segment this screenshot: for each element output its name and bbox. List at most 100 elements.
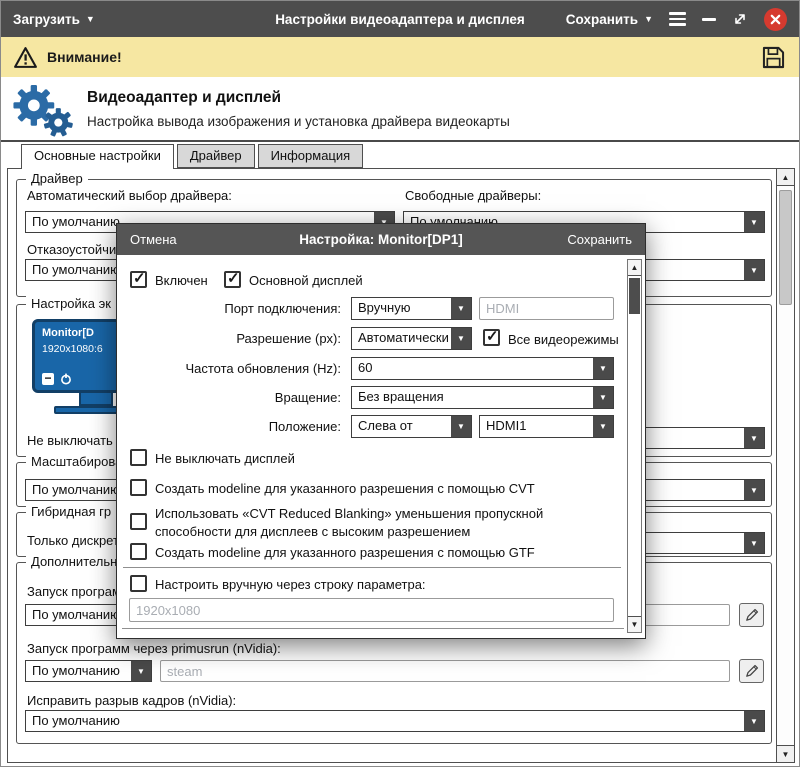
dropdown-arrow-icon: ▼ (451, 416, 471, 437)
extra-row2-dropdown[interactable]: По умолчанию ▼ (25, 660, 152, 682)
scroll-up-icon[interactable]: ▲ (777, 169, 794, 186)
menu-icon[interactable] (669, 12, 686, 26)
cvt-label: Создать modeline для указанного разрешен… (155, 481, 535, 496)
dropdown-arrow-icon: ▼ (744, 428, 764, 448)
save-button[interactable]: Сохранить (567, 232, 632, 247)
scrollbar-thumb[interactable] (629, 278, 640, 314)
close-icon[interactable] (764, 8, 787, 31)
gtf-checkbox[interactable] (130, 543, 147, 560)
primary-display-checkbox[interactable] (224, 271, 241, 288)
save-menu-button[interactable]: Сохранить ▼ (566, 12, 653, 27)
page-header: Видеоадаптер и дисплей Настройка вывода … (1, 77, 799, 142)
driver-auto-label: Автоматический выбор драйвера: (27, 188, 232, 203)
monitor-mode: 1920x1080:6 (42, 343, 103, 355)
chevron-down-icon: ▼ (644, 15, 653, 24)
position-dropdown[interactable]: Слева от ▼ (351, 415, 472, 438)
resolution-label: Разрешение (px): (117, 331, 341, 346)
dropdown-arrow-icon: ▼ (593, 358, 613, 379)
manual-mode-input[interactable] (129, 598, 614, 622)
all-modes-checkbox[interactable] (483, 329, 500, 346)
monitor-buttons: − (42, 373, 72, 385)
minus-icon[interactable]: − (42, 373, 54, 385)
manual-label: Настроить вручную через строку параметра… (155, 577, 426, 592)
refresh-label: Частота обновления (Hz): (117, 361, 341, 376)
separator (122, 628, 624, 629)
separator (123, 567, 621, 568)
dropdown-arrow-icon: ▼ (451, 298, 471, 319)
extra-row3-label: Исправить разрыв кадров (nVidia): (27, 693, 236, 708)
save-menu-label: Сохранить (566, 12, 638, 27)
gears-icon (9, 80, 75, 138)
hybrid-value: Только дискрет (27, 533, 119, 548)
scrollbar-thumb[interactable] (779, 190, 792, 305)
app-window: Загрузить ▼ Настройки видеоадаптера и ди… (0, 0, 800, 767)
manual-checkbox[interactable] (130, 575, 147, 592)
minimize-icon[interactable] (702, 18, 716, 21)
port-dropdown[interactable]: Вручную ▼ (351, 297, 472, 320)
group-driver-legend: Драйвер (26, 171, 88, 186)
driver-free-label: Свободные драйверы: (405, 188, 541, 203)
tab-driver[interactable]: Драйвер (177, 144, 255, 168)
dialog-title: Настройка: Monitor[DP1] (299, 232, 462, 247)
floppy-save-icon[interactable] (760, 44, 787, 71)
window-title: Настройки видеоадаптера и дисплея (275, 12, 525, 27)
scroll-down-icon[interactable]: ▼ (777, 745, 794, 762)
extra-row2-label: Запуск программ через primusrun (nVidia)… (27, 641, 281, 656)
dropdown-arrow-icon: ▼ (593, 387, 613, 408)
edit-icon[interactable] (739, 659, 764, 683)
dropdown-arrow-icon: ▼ (451, 328, 471, 349)
maximize-icon[interactable] (732, 11, 748, 27)
refresh-dropdown[interactable]: 60 ▼ (351, 357, 614, 380)
enabled-checkbox[interactable] (130, 271, 147, 288)
monitor-name: Monitor[D (42, 327, 94, 339)
position-label: Положение: (117, 419, 341, 434)
tab-main-settings[interactable]: Основные настройки (21, 144, 174, 169)
cancel-button[interactable]: Отмена (130, 232, 177, 247)
extra-row3-dropdown[interactable]: По умолчанию ▼ (25, 710, 765, 732)
port-input[interactable] (479, 297, 614, 320)
main-scrollbar[interactable]: ▲ ▼ (776, 169, 794, 762)
dpms-checkbox[interactable] (130, 449, 147, 466)
dialog-scrollbar[interactable]: ▲ ▼ (627, 259, 642, 633)
screen-dpms-label: Не выключать (27, 433, 113, 448)
dropdown-arrow-icon: ▼ (744, 711, 764, 731)
group-hybrid-legend: Гибридная гр (26, 504, 116, 519)
warning-icon (13, 46, 38, 69)
dropdown-arrow-icon: ▼ (131, 661, 151, 681)
page-title: Видеоадаптер и дисплей (87, 89, 510, 107)
power-icon[interactable] (60, 373, 72, 385)
page-subtitle: Настройка вывода изображения и установка… (87, 114, 510, 129)
edit-icon[interactable] (739, 603, 764, 627)
driver-failsafe-label: Отказоустойчив (27, 242, 123, 257)
chevron-down-icon: ▼ (86, 15, 95, 24)
position-target-dropdown[interactable]: HDMI1 ▼ (479, 415, 614, 438)
monitor-stand (79, 393, 113, 406)
load-menu-label: Загрузить (13, 12, 80, 27)
warning-text: Внимание! (47, 49, 122, 65)
warning-bar: Внимание! (1, 37, 799, 77)
extra-row2-input[interactable] (160, 660, 730, 682)
dropdown-arrow-icon: ▼ (744, 480, 764, 500)
dropdown-arrow-icon: ▼ (744, 212, 764, 232)
group-extra-legend: Дополнительн (26, 554, 122, 569)
rotation-label: Вращение: (117, 390, 341, 405)
load-menu-button[interactable]: Загрузить ▼ (13, 12, 95, 27)
dialog-header: Отмена Настройка: Monitor[DP1] Сохранить (117, 224, 645, 255)
resolution-dropdown[interactable]: Автоматически ▼ (351, 327, 472, 350)
enabled-label: Включен (155, 273, 208, 288)
cvt-checkbox[interactable] (130, 479, 147, 496)
rotation-dropdown[interactable]: Без вращения ▼ (351, 386, 614, 409)
dropdown-arrow-icon: ▼ (744, 260, 764, 280)
dropdown-arrow-icon: ▼ (744, 533, 764, 553)
tab-information[interactable]: Информация (258, 144, 364, 168)
scroll-up-icon[interactable]: ▲ (628, 260, 641, 276)
dpms-label: Не выключать дисплей (155, 451, 295, 466)
port-label: Порт подключения: (117, 301, 341, 316)
scroll-down-icon[interactable]: ▼ (628, 616, 641, 632)
gtf-label: Создать modeline для указанного разрешен… (155, 545, 535, 560)
titlebar-controls: Сохранить ▼ (566, 8, 787, 31)
group-screen-legend: Настройка эк (26, 296, 116, 311)
cvt-rb-checkbox[interactable] (130, 513, 147, 530)
cvt-rb-label: Использовать «CVT Reduced Blanking» умен… (155, 505, 617, 540)
monitor-settings-dialog: Отмена Настройка: Monitor[DP1] Сохранить… (116, 223, 646, 639)
